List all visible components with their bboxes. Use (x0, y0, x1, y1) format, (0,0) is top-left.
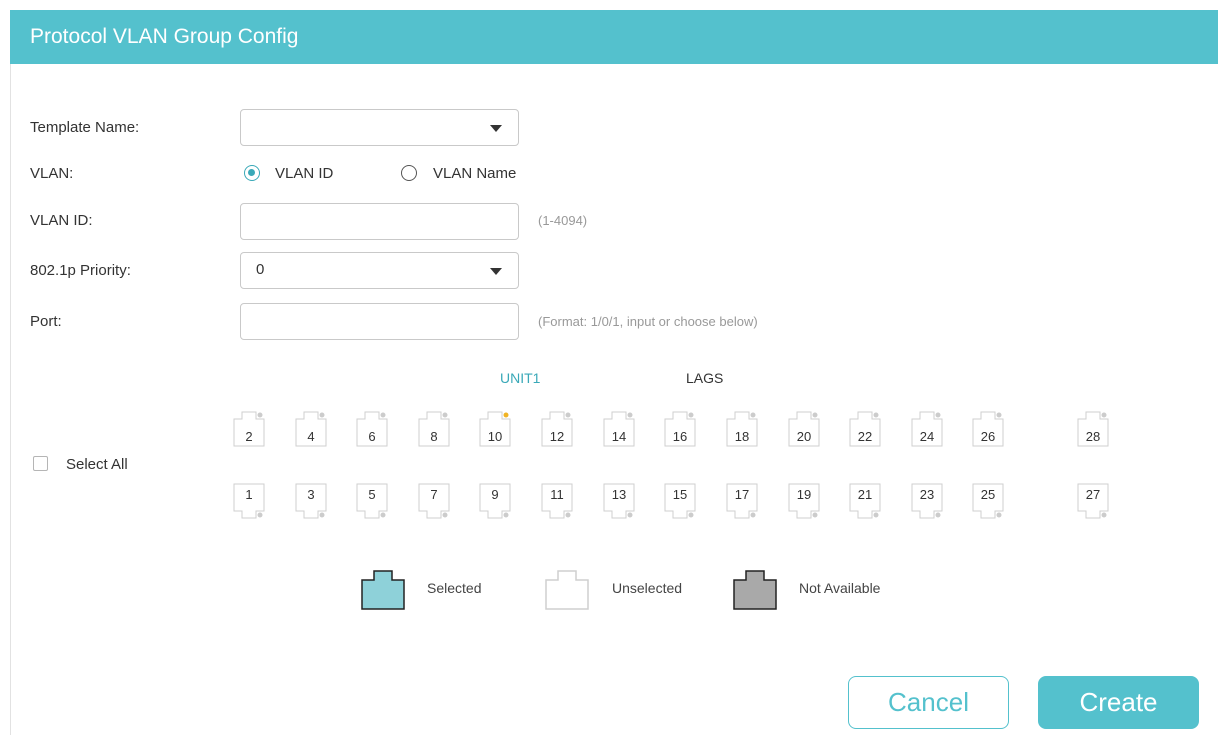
port-number: 13 (611, 487, 627, 502)
port-number: 20 (796, 429, 812, 444)
port-label: Port: (30, 313, 62, 330)
cancel-button[interactable]: Cancel (848, 676, 1009, 729)
port-13[interactable]: 13 (603, 483, 635, 519)
port-number: 17 (734, 487, 750, 502)
legend-unselected-swatch (545, 570, 589, 615)
port-10[interactable]: 10 (479, 411, 511, 447)
port-6[interactable]: 6 (356, 411, 388, 447)
port-input[interactable] (240, 303, 519, 340)
vlan-id-radio[interactable] (244, 165, 260, 181)
port-unselected-icon (545, 570, 589, 610)
port-20[interactable]: 20 (788, 411, 820, 447)
select-all-checkbox[interactable] (33, 456, 48, 471)
chevron-down-icon (490, 125, 502, 132)
port-number: 16 (672, 429, 688, 444)
port-number: 8 (430, 429, 438, 444)
priority-select[interactable]: 0 (240, 252, 519, 289)
template-name-label: Template Name: (30, 119, 140, 136)
port-number: 25 (980, 487, 996, 502)
port-number: 24 (919, 429, 935, 444)
port-11[interactable]: 11 (541, 483, 573, 519)
port-number: 12 (549, 429, 565, 444)
tab-lags[interactable]: LAGS (686, 370, 723, 386)
port-12[interactable]: 12 (541, 411, 573, 447)
port-number: 2 (245, 429, 253, 444)
port-28[interactable]: 28 (1077, 411, 1109, 447)
port-number: 1 (245, 487, 253, 502)
port-number: 26 (980, 429, 996, 444)
port-15[interactable]: 15 (664, 483, 696, 519)
port-hint: (Format: 1/0/1, input or choose below) (538, 314, 758, 329)
port-27[interactable]: 27 (1077, 483, 1109, 519)
create-button[interactable]: Create (1038, 676, 1199, 729)
port-number: 19 (796, 487, 812, 502)
port-selected-icon (361, 570, 405, 610)
port-21[interactable]: 21 (849, 483, 881, 519)
dialog-titlebar: Protocol VLAN Group Config (10, 10, 1218, 64)
select-all-label[interactable]: Select All (66, 455, 128, 475)
vlan-id-radio-label[interactable]: VLAN ID (275, 164, 333, 184)
tab-unit1[interactable]: UNIT1 (500, 370, 540, 386)
port-number: 28 (1085, 429, 1101, 444)
vlan-name-radio[interactable] (401, 165, 417, 181)
dialog-frame (10, 10, 1218, 735)
port-8[interactable]: 8 (418, 411, 450, 447)
vlan-label: VLAN: (30, 165, 74, 182)
port-3[interactable]: 3 (295, 483, 327, 519)
priority-label: 802.1p Priority: (30, 262, 131, 279)
port-24[interactable]: 24 (911, 411, 943, 447)
port-number: 10 (487, 429, 503, 444)
port-number: 7 (430, 487, 438, 502)
port-number: 14 (611, 429, 627, 444)
port-2[interactable]: 2 (233, 411, 265, 447)
port-number: 23 (919, 487, 935, 502)
port-23[interactable]: 23 (911, 483, 943, 519)
port-14[interactable]: 14 (603, 411, 635, 447)
port-7[interactable]: 7 (418, 483, 450, 519)
legend-selected-swatch (361, 570, 405, 615)
priority-value: 0 (256, 261, 265, 278)
legend-unselected-label: Unselected (612, 580, 683, 596)
port-number: 11 (550, 487, 564, 502)
port-26[interactable]: 26 (972, 411, 1004, 447)
legend-selected-label: Selected (427, 580, 482, 596)
port-number: 22 (857, 429, 873, 444)
port-number: 18 (734, 429, 750, 444)
vlan-id-hint: (1-4094) (538, 213, 588, 228)
port-5[interactable]: 5 (356, 483, 388, 519)
vlan-id-input[interactable] (240, 203, 519, 240)
port-25[interactable]: 25 (972, 483, 1004, 519)
port-number: 3 (307, 487, 315, 502)
legend-not-available-swatch (733, 570, 777, 615)
template-name-select[interactable] (240, 109, 519, 146)
port-number: 15 (672, 487, 688, 502)
legend-not-available-label: Not Available (799, 580, 881, 596)
port-number: 27 (1085, 487, 1101, 502)
port-number: 4 (307, 429, 315, 444)
vlan-id-label: VLAN ID: (30, 212, 93, 229)
vlan-name-radio-label[interactable]: VLAN Name (433, 164, 516, 184)
chevron-down-icon (490, 268, 502, 275)
port-9[interactable]: 9 (479, 483, 511, 519)
port-4[interactable]: 4 (295, 411, 327, 447)
port-17[interactable]: 17 (726, 483, 758, 519)
port-22[interactable]: 22 (849, 411, 881, 447)
port-number: 5 (368, 487, 376, 502)
port-number: 6 (368, 429, 376, 444)
port-16[interactable]: 16 (664, 411, 696, 447)
port-number: 9 (491, 487, 499, 502)
port-not-available-icon (733, 570, 777, 610)
port-1[interactable]: 1 (233, 483, 265, 519)
port-18[interactable]: 18 (726, 411, 758, 447)
port-number: 21 (857, 487, 873, 502)
port-19[interactable]: 19 (788, 483, 820, 519)
dialog-title: Protocol VLAN Group Config (30, 25, 299, 48)
